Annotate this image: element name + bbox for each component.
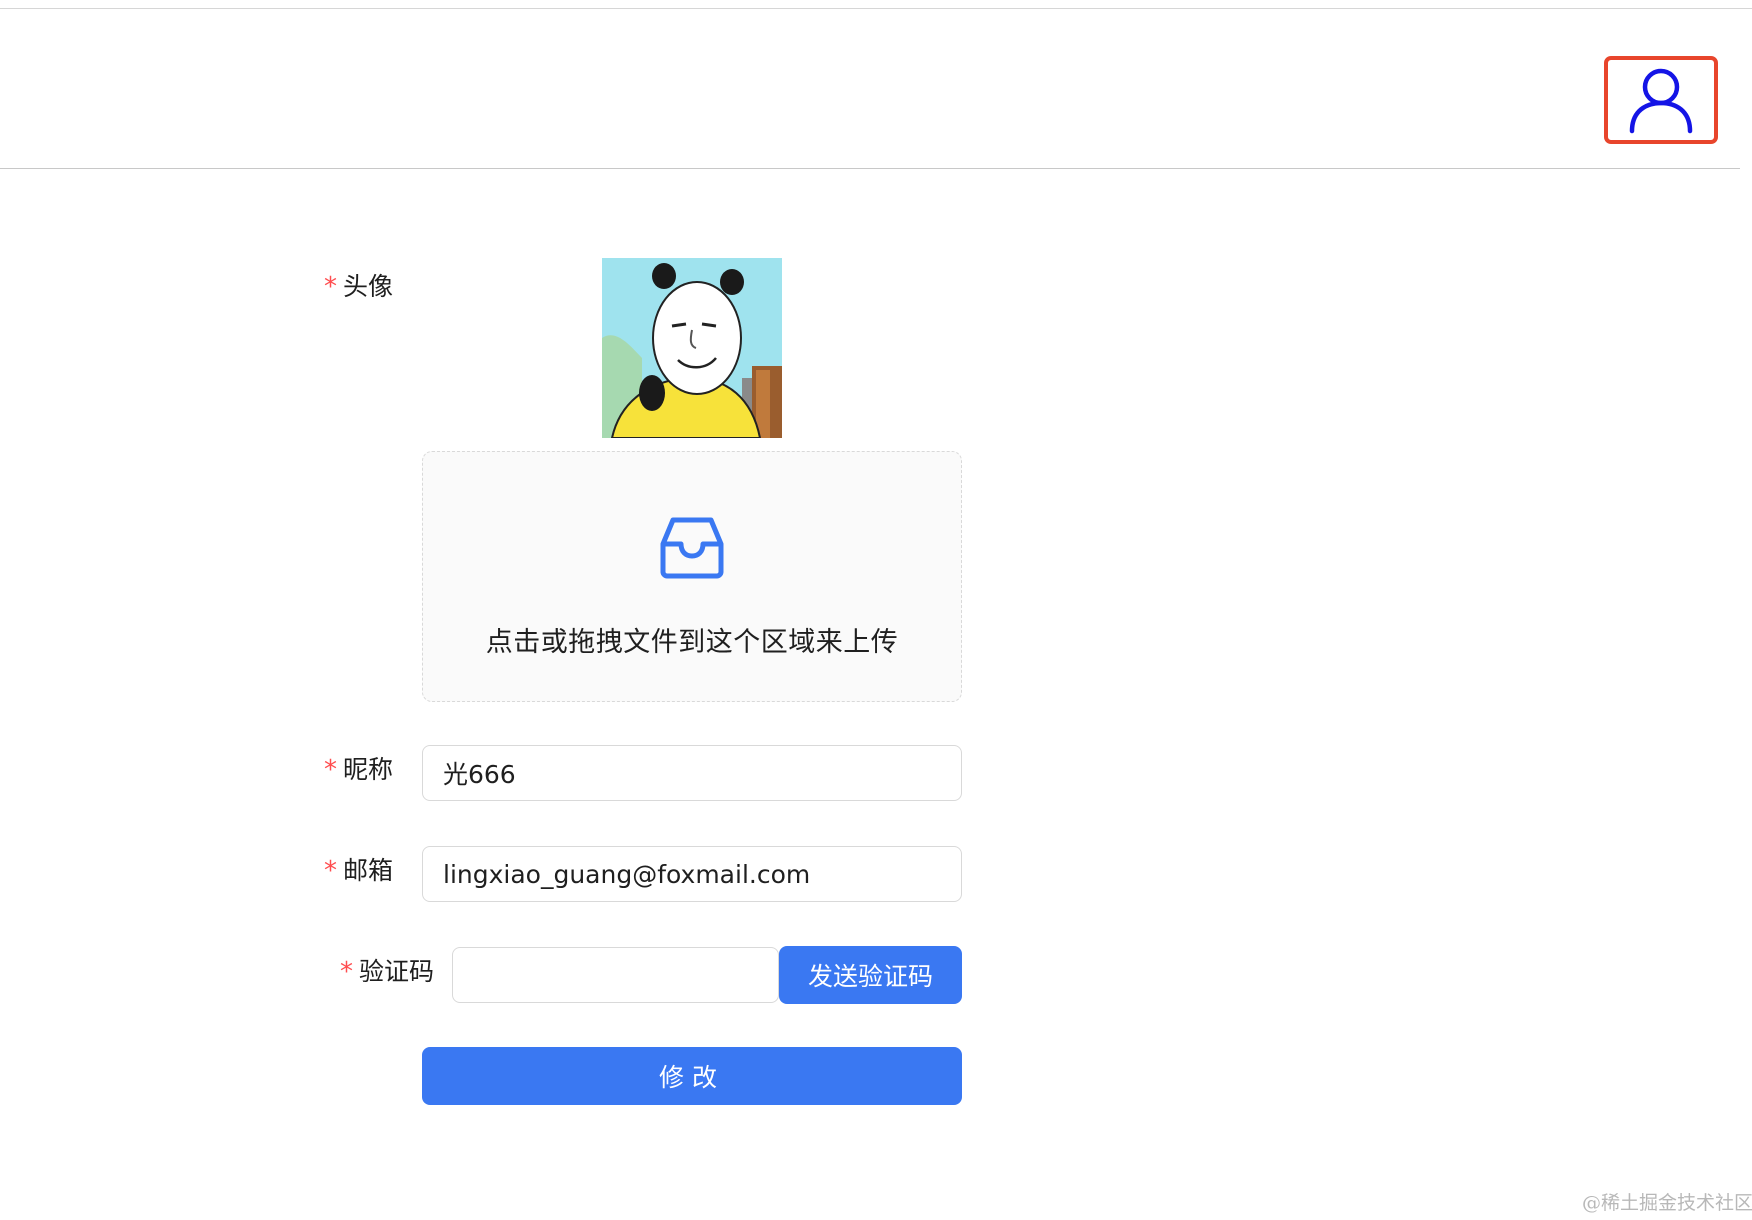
email-input[interactable] <box>422 846 962 902</box>
user-outline-icon <box>1629 68 1693 134</box>
required-mark: * <box>324 755 337 785</box>
send-captcha-button[interactable]: 发送验证码 <box>779 946 962 1004</box>
captcha-input[interactable] <box>452 947 779 1003</box>
user-profile-button[interactable] <box>1604 56 1718 144</box>
nickname-input[interactable] <box>422 745 962 801</box>
avatar-label: * 头像 <box>324 272 394 302</box>
upload-hint-text: 点击或拖拽文件到这个区域来上传 <box>485 627 899 658</box>
top-divider <box>0 8 1752 9</box>
profile-edit-page: * 头像 点击或拖拽文件到这个区域来上传 * 昵称 光666 * 邮箱 ling… <box>0 0 1752 1220</box>
submit-button[interactable]: 修改 <box>422 1047 962 1105</box>
email-label: * 邮箱 <box>324 856 394 886</box>
required-mark: * <box>324 272 337 302</box>
required-mark: * <box>324 856 337 886</box>
watermark: @稀土掘金技术社区 <box>1582 1192 1752 1214</box>
required-mark: * <box>340 957 353 987</box>
avatar-upload-dropzone[interactable]: 点击或拖拽文件到这个区域来上传 <box>422 451 962 702</box>
inbox-icon <box>660 517 724 579</box>
header-divider <box>0 168 1740 169</box>
nickname-label: * 昵称 <box>324 755 394 785</box>
avatar-image <box>602 258 782 438</box>
captcha-label: * 验证码 <box>340 957 435 987</box>
